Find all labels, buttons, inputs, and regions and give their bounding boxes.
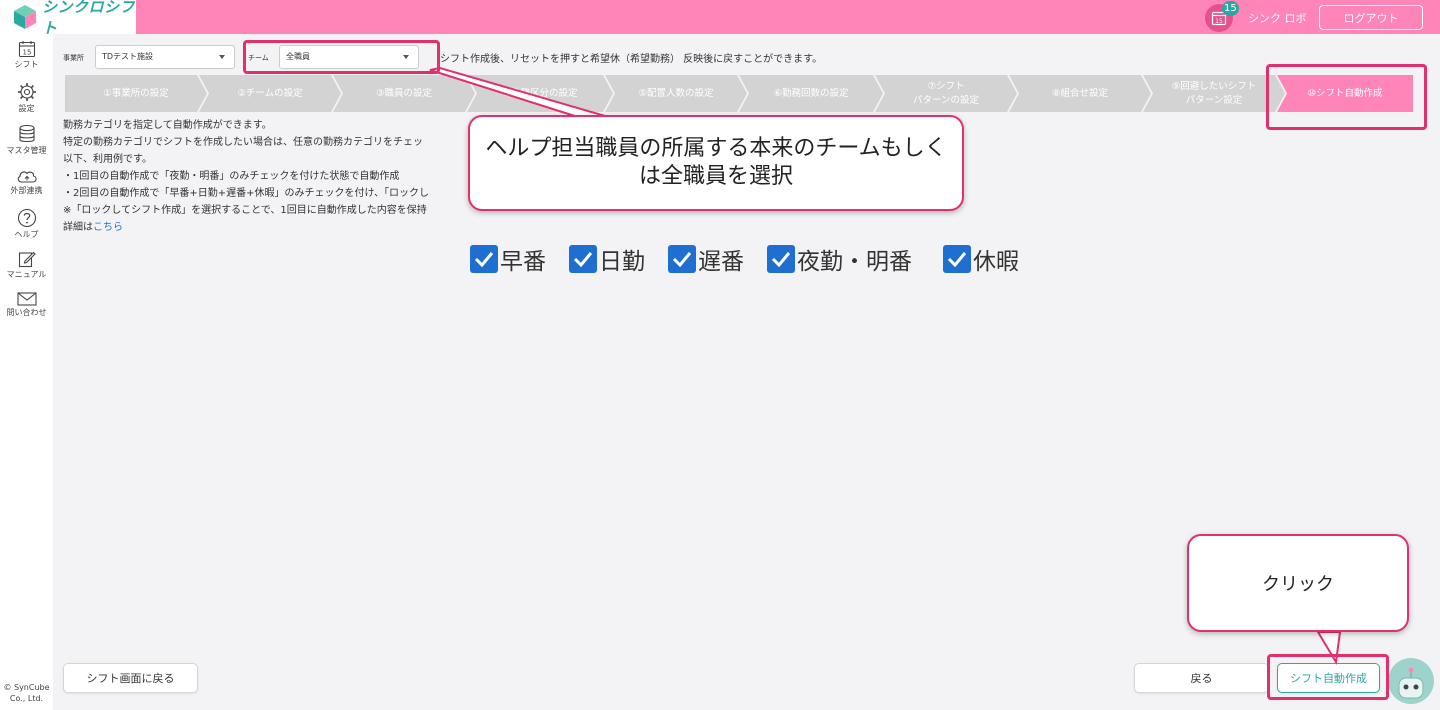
sidebar-item-help[interactable]: ヘルプ <box>0 208 53 240</box>
manual-icon <box>18 251 36 268</box>
app-logo[interactable]: シンクロシフト <box>0 0 136 37</box>
calendar-icon: 15 <box>18 41 35 58</box>
checkbox-label: 早番 <box>500 249 546 275</box>
chevron-down-icon <box>219 55 225 59</box>
checkbox-early[interactable]: 早番 <box>470 244 546 275</box>
step-4[interactable]: ④勤務区分の設定 <box>467 75 613 112</box>
details-prefix: 詳細は <box>63 222 93 233</box>
back-to-shift-button[interactable]: シフト画面に戻る <box>63 663 198 693</box>
auto-create-highlight <box>1267 654 1389 700</box>
copyright-line: Co., Ltd. <box>9 694 44 703</box>
sidebar-item-contact[interactable]: 問い合わせ <box>0 292 53 318</box>
team-callout: ヘルプ担当職員の所属する本来のチームもしくは全職員を選択 <box>468 115 964 211</box>
office-select-value: TDテスト施設 <box>102 52 154 61</box>
step-label: ⑦シフト <box>927 80 965 92</box>
copyright-line: © SynCube <box>3 683 50 692</box>
description: 勤務カテゴリを指定して自動作成ができます。 特定の勤務カテゴリでシフトを作成した… <box>63 117 429 236</box>
copyright: © SynCube Co., Ltd. <box>0 682 53 704</box>
step-label: ②チームの設定 <box>237 87 303 99</box>
notification-badge: 15 <box>1222 1 1239 16</box>
checkbox-label: 遅番 <box>698 249 744 275</box>
sidebar-item-shift[interactable]: 15 シフト <box>0 40 53 70</box>
step-8[interactable]: ⑧組合せ設定 <box>1009 75 1151 112</box>
checkbox-checked-icon[interactable] <box>668 245 696 273</box>
help-icon <box>17 208 36 228</box>
reset-note: シフト作成後、リセットを押すと希望休（希望勤務） 反映後に戻すことができます。 <box>440 54 823 65</box>
sidebar-item-integration[interactable]: 外部連携 <box>0 168 53 196</box>
user-name: シンク ロボ <box>1248 12 1307 25</box>
description-line: 特定の勤務カテゴリでシフトを作成したい場合は、任意の勤務カテゴリをチェッ <box>63 137 423 148</box>
checkbox-checked-icon[interactable] <box>943 245 971 273</box>
office-select[interactable]: TDテスト施設 <box>95 45 235 69</box>
checkbox-holiday[interactable]: 休暇 <box>943 244 1019 275</box>
sidebar-item-label: 設定 <box>18 104 35 113</box>
logout-button[interactable]: ログアウト <box>1319 5 1423 30</box>
step-5[interactable]: ⑤配置人数の設定 <box>605 75 747 112</box>
step-1[interactable]: ①事業所の設定 <box>65 75 207 112</box>
checkbox-label: 夜勤・明番 <box>797 249 912 275</box>
checkbox-checked-icon[interactable] <box>470 245 498 273</box>
step-label: ④勤務区分の設定 <box>502 87 578 99</box>
step-label: ⑨回避したいシフト <box>1171 80 1257 92</box>
sidebar-item-label: 外部連携 <box>10 186 43 195</box>
description-line: ・2回目の自動作成で「早番+日勤+遅番+休暇」のみチェックを付け、「ロックし <box>63 188 429 199</box>
checkbox-label: 休暇 <box>973 249 1019 275</box>
checkbox-checked-icon[interactable] <box>569 245 597 273</box>
database-icon <box>18 124 35 143</box>
checkbox-late[interactable]: 遅番 <box>668 244 744 275</box>
checkbox-label: 日勤 <box>599 249 645 275</box>
step-navigation: ①事業所の設定 ②チームの設定 ③職員の設定 ④勤務区分の設定 ⑤配置人数の設定… <box>65 75 1413 112</box>
details-link[interactable]: こちら <box>93 222 123 233</box>
step-label: ①事業所の設定 <box>103 87 169 99</box>
description-line: 以下、利用例です。 <box>63 154 152 165</box>
sidebar: 15 シフト 設定 マスタ管理 外部連携 ヘルプ マニュアル 問い合わせ © S… <box>0 34 53 710</box>
step-7[interactable]: ⑦シフトパターンの設定 <box>875 75 1017 112</box>
sidebar-item-settings[interactable]: 設定 <box>0 82 53 114</box>
step-9[interactable]: ⑨回避したいシフト パターン設定 <box>1143 75 1285 112</box>
team-select-highlight <box>243 40 440 74</box>
cloud-icon <box>17 171 37 183</box>
mail-icon <box>16 292 37 306</box>
step-label: ⑥勤務回数の設定 <box>773 87 849 99</box>
sidebar-item-master[interactable]: マスタ管理 <box>0 124 53 156</box>
step-10-highlight <box>1266 64 1427 130</box>
step-2[interactable]: ②チームの設定 <box>199 75 341 112</box>
description-line: ・1回目の自動作成で「夜勤・明番」のみチェックを付けた状態で自動作成 <box>63 171 400 182</box>
step-label: ⑧組合せ設定 <box>1051 87 1109 99</box>
sidebar-item-label: ヘルプ <box>14 230 39 239</box>
sidebar-item-manual[interactable]: マニュアル <box>0 250 53 280</box>
calendar-day: 15 <box>22 49 31 57</box>
step-label: ③職員の設定 <box>375 87 433 99</box>
step-6[interactable]: ⑥勤務回数の設定 <box>739 75 883 112</box>
top-header: シンクロシフト 15 15 シンク ロボ ログアウト <box>0 0 1440 37</box>
chatbot-robot-icon[interactable] <box>1388 658 1434 704</box>
step-label: パターン設定 <box>1185 94 1243 106</box>
description-line: ※「ロックしてシフト作成」を選択することで、1回目に自動作成した内容を保持 <box>63 205 427 216</box>
sidebar-item-label: マスタ管理 <box>6 146 47 155</box>
logo-text: シンクロシフト <box>42 0 136 37</box>
sidebar-item-label: シフト <box>14 60 39 69</box>
step-label: パターンの設定 <box>912 94 980 106</box>
step-label: ⑤配置人数の設定 <box>638 87 714 99</box>
details-line: 詳細はこちら <box>63 219 429 236</box>
description-line: 勤務カテゴリを指定して自動作成ができます。 <box>63 120 272 131</box>
step-3[interactable]: ③職員の設定 <box>333 75 475 112</box>
logo-icon <box>12 4 38 30</box>
gear-icon <box>17 83 36 101</box>
checkbox-day[interactable]: 日勤 <box>569 244 645 275</box>
checkbox-checked-icon[interactable] <box>767 245 795 273</box>
sidebar-item-label: 問い合わせ <box>6 308 47 317</box>
calendar-icon-day: 15 <box>1215 18 1223 25</box>
office-label: 事業所 <box>63 54 84 62</box>
click-callout: クリック <box>1187 534 1409 632</box>
checkbox-night[interactable]: 夜勤・明番 <box>767 244 912 275</box>
back-button[interactable]: 戻る <box>1134 663 1269 693</box>
sidebar-item-label: マニュアル <box>6 270 47 279</box>
